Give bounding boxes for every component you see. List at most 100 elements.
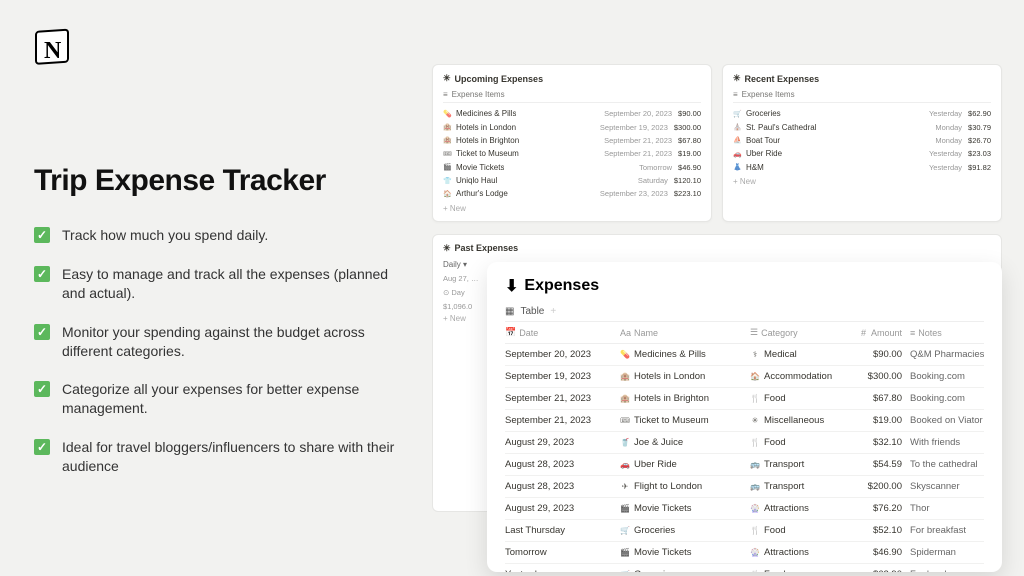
item-amount: $26.70 [968, 136, 991, 145]
row-icon: 💊 [620, 350, 630, 359]
cell-amount: $67.80 [855, 393, 910, 404]
table-row[interactable]: September 21, 2023🎟Ticket to Museum✳Misc… [505, 410, 984, 432]
col-category[interactable]: ☰Category [750, 327, 855, 338]
bullet-item: Categorize all your expenses for better … [34, 380, 414, 418]
table-row[interactable]: September 20, 2023💊Medicines & Pills⚕Med… [505, 344, 984, 366]
col-notes[interactable]: ≡Notes [910, 327, 984, 338]
cell-notes: Spiderman [910, 547, 984, 558]
calendar-icon: 📅 [505, 327, 516, 338]
new-item-button[interactable]: + New [733, 177, 991, 186]
list-item[interactable]: 🛒GroceriesYesterday$62.90 [733, 107, 991, 120]
list-item[interactable]: 👕Uniqlo HaulSaturday$120.10 [443, 174, 701, 187]
list-item[interactable]: 🚗Uber RideYesterday$23.03 [733, 147, 991, 160]
cell-date: September 21, 2023 [505, 415, 620, 426]
row-icon: ✈ [620, 482, 630, 491]
item-date: Yesterday [929, 163, 962, 172]
cell-amount: $300.00 [855, 371, 910, 382]
daily-tab[interactable]: Daily ▾ [443, 260, 467, 269]
cell-notes: Thor [910, 503, 984, 514]
row-icon: 🏨 [620, 394, 630, 403]
cell-category: 🍴Food [750, 525, 855, 536]
category-icon: 🎡 [750, 504, 760, 513]
cell-notes: Skyscanner [910, 481, 984, 492]
add-view-icon[interactable]: + [550, 306, 556, 317]
table-row[interactable]: August 29, 2023🥤Joe & Juice🍴Food$32.10Wi… [505, 432, 984, 454]
col-amount[interactable]: Amount [855, 327, 910, 338]
list-view-label[interactable]: ≡Expense Items [733, 90, 991, 103]
cell-name: 🥤Joe & Juice [620, 437, 750, 448]
check-icon [34, 266, 50, 282]
table-row[interactable]: August 28, 2023🚗Uber Ride🚌Transport$54.5… [505, 454, 984, 476]
item-amount: $23.03 [968, 149, 991, 158]
list-item[interactable]: ⛵Boat TourMonday$26.70 [733, 134, 991, 147]
list-item[interactable]: 👗H&MYesterday$91.82 [733, 161, 991, 174]
category-icon: 🚌 [750, 482, 760, 491]
list-item[interactable]: ⛪St. Paul's CathedralMonday$30.79 [733, 120, 991, 133]
item-amount: $19.00 [678, 149, 701, 158]
cell-name: 🏨Hotels in Brighton [620, 393, 750, 404]
item-date: September 19, 2023 [600, 123, 668, 132]
list-item[interactable]: 🎬Movie TicketsTomorrow$46.90 [443, 161, 701, 174]
expenses-database: ⬇ Expenses ▦ Table + 📅Date AaName ☰Categ… [487, 262, 1002, 572]
table-view-tab[interactable]: ▦ Table + [505, 306, 984, 317]
check-icon [34, 381, 50, 397]
item-icon: 🎬 [443, 163, 452, 171]
item-name: Groceries [746, 109, 781, 118]
category-icon: 🍴 [750, 526, 760, 535]
item-icon: 🎟 [443, 150, 452, 158]
item-amount: $120.10 [674, 176, 701, 185]
list-item[interactable]: 🏨Hotels in LondonSeptember 19, 2023$300.… [443, 120, 701, 133]
list-view-label[interactable]: ≡Expense Items [443, 90, 701, 103]
cell-category: ✳Miscellaneous [750, 415, 855, 426]
cell-name: 💊Medicines & Pills [620, 349, 750, 360]
cell-amount: $54.59 [855, 459, 910, 470]
cell-amount: $62.90 [855, 569, 910, 572]
notes-icon: ≡ [910, 328, 915, 338]
item-name: Hotels in Brighton [456, 136, 519, 145]
row-icon: 🛒 [620, 526, 630, 535]
cell-notes: To the cathedral [910, 459, 984, 470]
table-row[interactable]: Tomorrow🎬Movie Tickets🎡Attractions$46.90… [505, 542, 984, 564]
list-item[interactable]: 🏨Hotels in BrightonSeptember 21, 2023$67… [443, 134, 701, 147]
item-amount: $46.90 [678, 163, 701, 172]
table-row[interactable]: Yesterday🛒Groceries🍴Food$62.90For lunch [505, 564, 984, 572]
list-item[interactable]: 🎟Ticket to MuseumSeptember 21, 2023$19.0… [443, 147, 701, 160]
category-icon: ✳ [750, 416, 760, 425]
list-item[interactable]: 💊Medicines & PillsSeptember 20, 2023$90.… [443, 107, 701, 120]
item-name: Uber Ride [746, 149, 782, 158]
item-icon: 🏠 [443, 190, 452, 198]
category-icon: 🚌 [750, 460, 760, 469]
col-name[interactable]: AaName [620, 327, 750, 338]
item-name: St. Paul's Cathedral [746, 123, 816, 132]
bullet-text: Easy to manage and track all the expense… [62, 265, 414, 303]
check-icon [34, 227, 50, 243]
select-icon: ☰ [750, 327, 758, 338]
cell-amount: $46.90 [855, 547, 910, 558]
item-name: Arthur's Lodge [456, 189, 508, 198]
col-date[interactable]: 📅Date [505, 327, 620, 338]
row-icon: 🎟 [620, 416, 630, 425]
new-item-button[interactable]: + New [443, 204, 701, 213]
notion-logo: N [34, 26, 74, 66]
item-amount: $223.10 [674, 189, 701, 198]
table-row[interactable]: Last Thursday🛒Groceries🍴Food$52.10For br… [505, 520, 984, 542]
table-row[interactable]: August 28, 2023✈Flight to London🚌Transpo… [505, 476, 984, 498]
cell-name: 🎬Movie Tickets [620, 503, 750, 514]
table-body: September 20, 2023💊Medicines & Pills⚕Med… [505, 344, 984, 572]
card-heading: ✳Upcoming Expenses [443, 73, 701, 84]
table-row[interactable]: August 29, 2023🎬Movie Tickets🎡Attraction… [505, 498, 984, 520]
row-icon: 🚗 [620, 460, 630, 469]
cell-category: 🎡Attractions [750, 503, 855, 514]
cell-name: 🎟Ticket to Museum [620, 415, 750, 426]
item-name: Uniqlo Haul [456, 176, 497, 185]
cell-name: ✈Flight to London [620, 481, 750, 492]
text-icon: Aa [620, 328, 631, 338]
bullet-item: Track how much you spend daily. [34, 226, 414, 245]
table-row[interactable]: September 21, 2023🏨Hotels in Brighton🍴Fo… [505, 388, 984, 410]
cell-notes: For breakfast [910, 525, 984, 536]
item-name: Medicines & Pills [456, 109, 516, 118]
table-row[interactable]: September 19, 2023🏨Hotels in London🏠Acco… [505, 366, 984, 388]
list-item[interactable]: 🏠Arthur's LodgeSeptember 23, 2023$223.10 [443, 187, 701, 200]
upcoming-list: 💊Medicines & PillsSeptember 20, 2023$90.… [443, 107, 701, 201]
cell-category: 🏠Accommodation [750, 371, 855, 382]
